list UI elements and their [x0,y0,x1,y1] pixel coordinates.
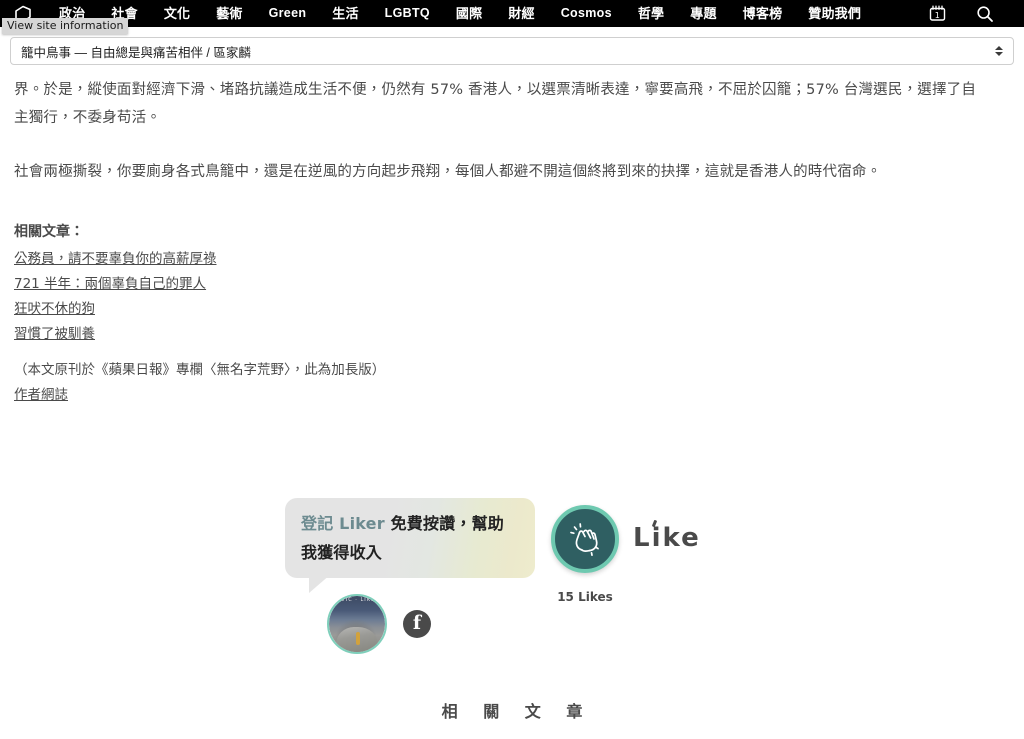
search-icon [977,5,993,22]
facebook-share-button[interactable]: f [403,610,431,638]
nav-item-list: 政治 社會 文化 藝術 Green 生活 LGBTQ 國際 財經 Cosmos … [46,0,929,27]
nav-item-cosmos[interactable]: Cosmos [548,0,625,27]
top-navigation-bar: 政治 社會 文化 藝術 Green 生活 LGBTQ 國際 財經 Cosmos … [0,0,1024,27]
calendar-icon: 1 [929,5,946,21]
like-count-label: 15 Likes [557,590,613,604]
article-select-wrapper: 籠中鳥事 — 自由總是與痛苦相伴 / 區家麟 [10,37,1014,65]
nav-item-art[interactable]: 藝術 [203,0,255,27]
article-paragraph-2: 社會兩極撕裂，你要廁身各式鳥籠中，還是在逆風的方向起步飛翔，每個人都避不開這個終… [14,164,882,180]
list-item: 狂吠不休的狗 [14,298,217,323]
avatar-figure-shape [355,632,360,645]
wordmark-ke: ke [662,523,701,553]
avatar-image [329,596,385,652]
like-wordmark: Like [633,519,701,553]
article-select[interactable]: 籠中鳥事 — 自由總是與痛苦相伴 / 區家麟 [10,37,1014,65]
liker-callout-bubble[interactable]: 登記 Liker 免費按讚，幫助我獲得收入 [285,498,535,578]
related-article-link-1[interactable]: 公務員，請不要辜負你的高薪厚祿 [14,251,217,267]
facebook-icon: f [412,611,422,634]
article-paragraph-1: 界。於是，縱使面對經濟下滑、堵路抗議造成生活不便，仍然有 57% 香港人，以選票… [14,82,977,126]
wordmark-l: L [633,523,652,553]
list-item: 721 半年：兩個辜負自己的罪人 [14,273,217,298]
liker-callout-highlight: 登記 Liker [301,514,385,533]
chevron-up-icon [995,46,1003,50]
liker-callout-text: 登記 Liker 免費按讚，幫助我獲得收入 [301,509,519,567]
wordmark-i-wrap: i [651,519,663,553]
nav-item-philosophy[interactable]: 哲學 [625,0,677,27]
search-button[interactable] [976,5,994,23]
article-select-arrows[interactable] [989,46,1003,56]
bubble-tail-decoration [309,574,331,593]
nav-item-lgbtq[interactable]: LGBTQ [372,0,443,27]
clapping-hands-icon [570,523,599,557]
list-item: 習慣了被馴養 [14,323,217,348]
article-body: 界。於是，縱使面對經濟下滑、堵路抗議造成生活不便，仍然有 57% 香港人，以選票… [14,76,984,194]
author-blog-link[interactable]: 作者網誌 [14,385,68,405]
related-article-link-3[interactable]: 狂吠不休的狗 [14,301,95,317]
related-article-link-4[interactable]: 習慣了被馴養 [14,326,95,342]
related-articles-section-heading: 相 關 文 章 [441,702,593,721]
article-source-note: （本文原刊於《蘋果日報》專欄〈無名字荒野〉，此為加長版） [14,362,386,378]
avatar[interactable]: civic · liker [327,594,387,654]
nav-item-sponsor-us[interactable]: 贊助我們 [795,0,874,27]
nav-item-topics[interactable]: 專題 [677,0,729,27]
nav-item-life[interactable]: 生活 [319,0,371,27]
svg-text:1: 1 [935,11,940,20]
like-button[interactable] [551,505,619,573]
liker-widget: 登記 Liker 免費按讚，幫助我獲得收入 civic · liker f [285,498,705,663]
article-select-value: 籠中鳥事 — 自由總是與痛苦相伴 / 區家麟 [21,45,251,60]
related-article-link-2[interactable]: 721 半年：兩個辜負自己的罪人 [14,276,206,292]
wordmark-i: i [651,523,663,553]
civic-liker-ring-label: civic · liker [334,597,380,603]
related-articles-heading: 相關文章： [14,224,84,240]
nav-item-blog-ranking[interactable]: 博客榜 [730,0,796,27]
nav-item-finance[interactable]: 財經 [495,0,547,27]
nav-icon-group: 1 [929,5,1024,23]
site-info-tooltip: View site information [2,18,129,34]
nav-item-green[interactable]: Green [256,0,320,27]
nav-item-culture[interactable]: 文化 [151,0,203,27]
related-articles-list: 公務員，請不要辜負你的高薪厚祿 721 半年：兩個辜負自己的罪人 狂吠不休的狗 … [14,248,217,348]
list-item: 公務員，請不要辜負你的高薪厚祿 [14,248,217,273]
calendar-button[interactable]: 1 [929,5,946,22]
chevron-down-icon [995,52,1003,56]
nav-item-international[interactable]: 國際 [443,0,495,27]
